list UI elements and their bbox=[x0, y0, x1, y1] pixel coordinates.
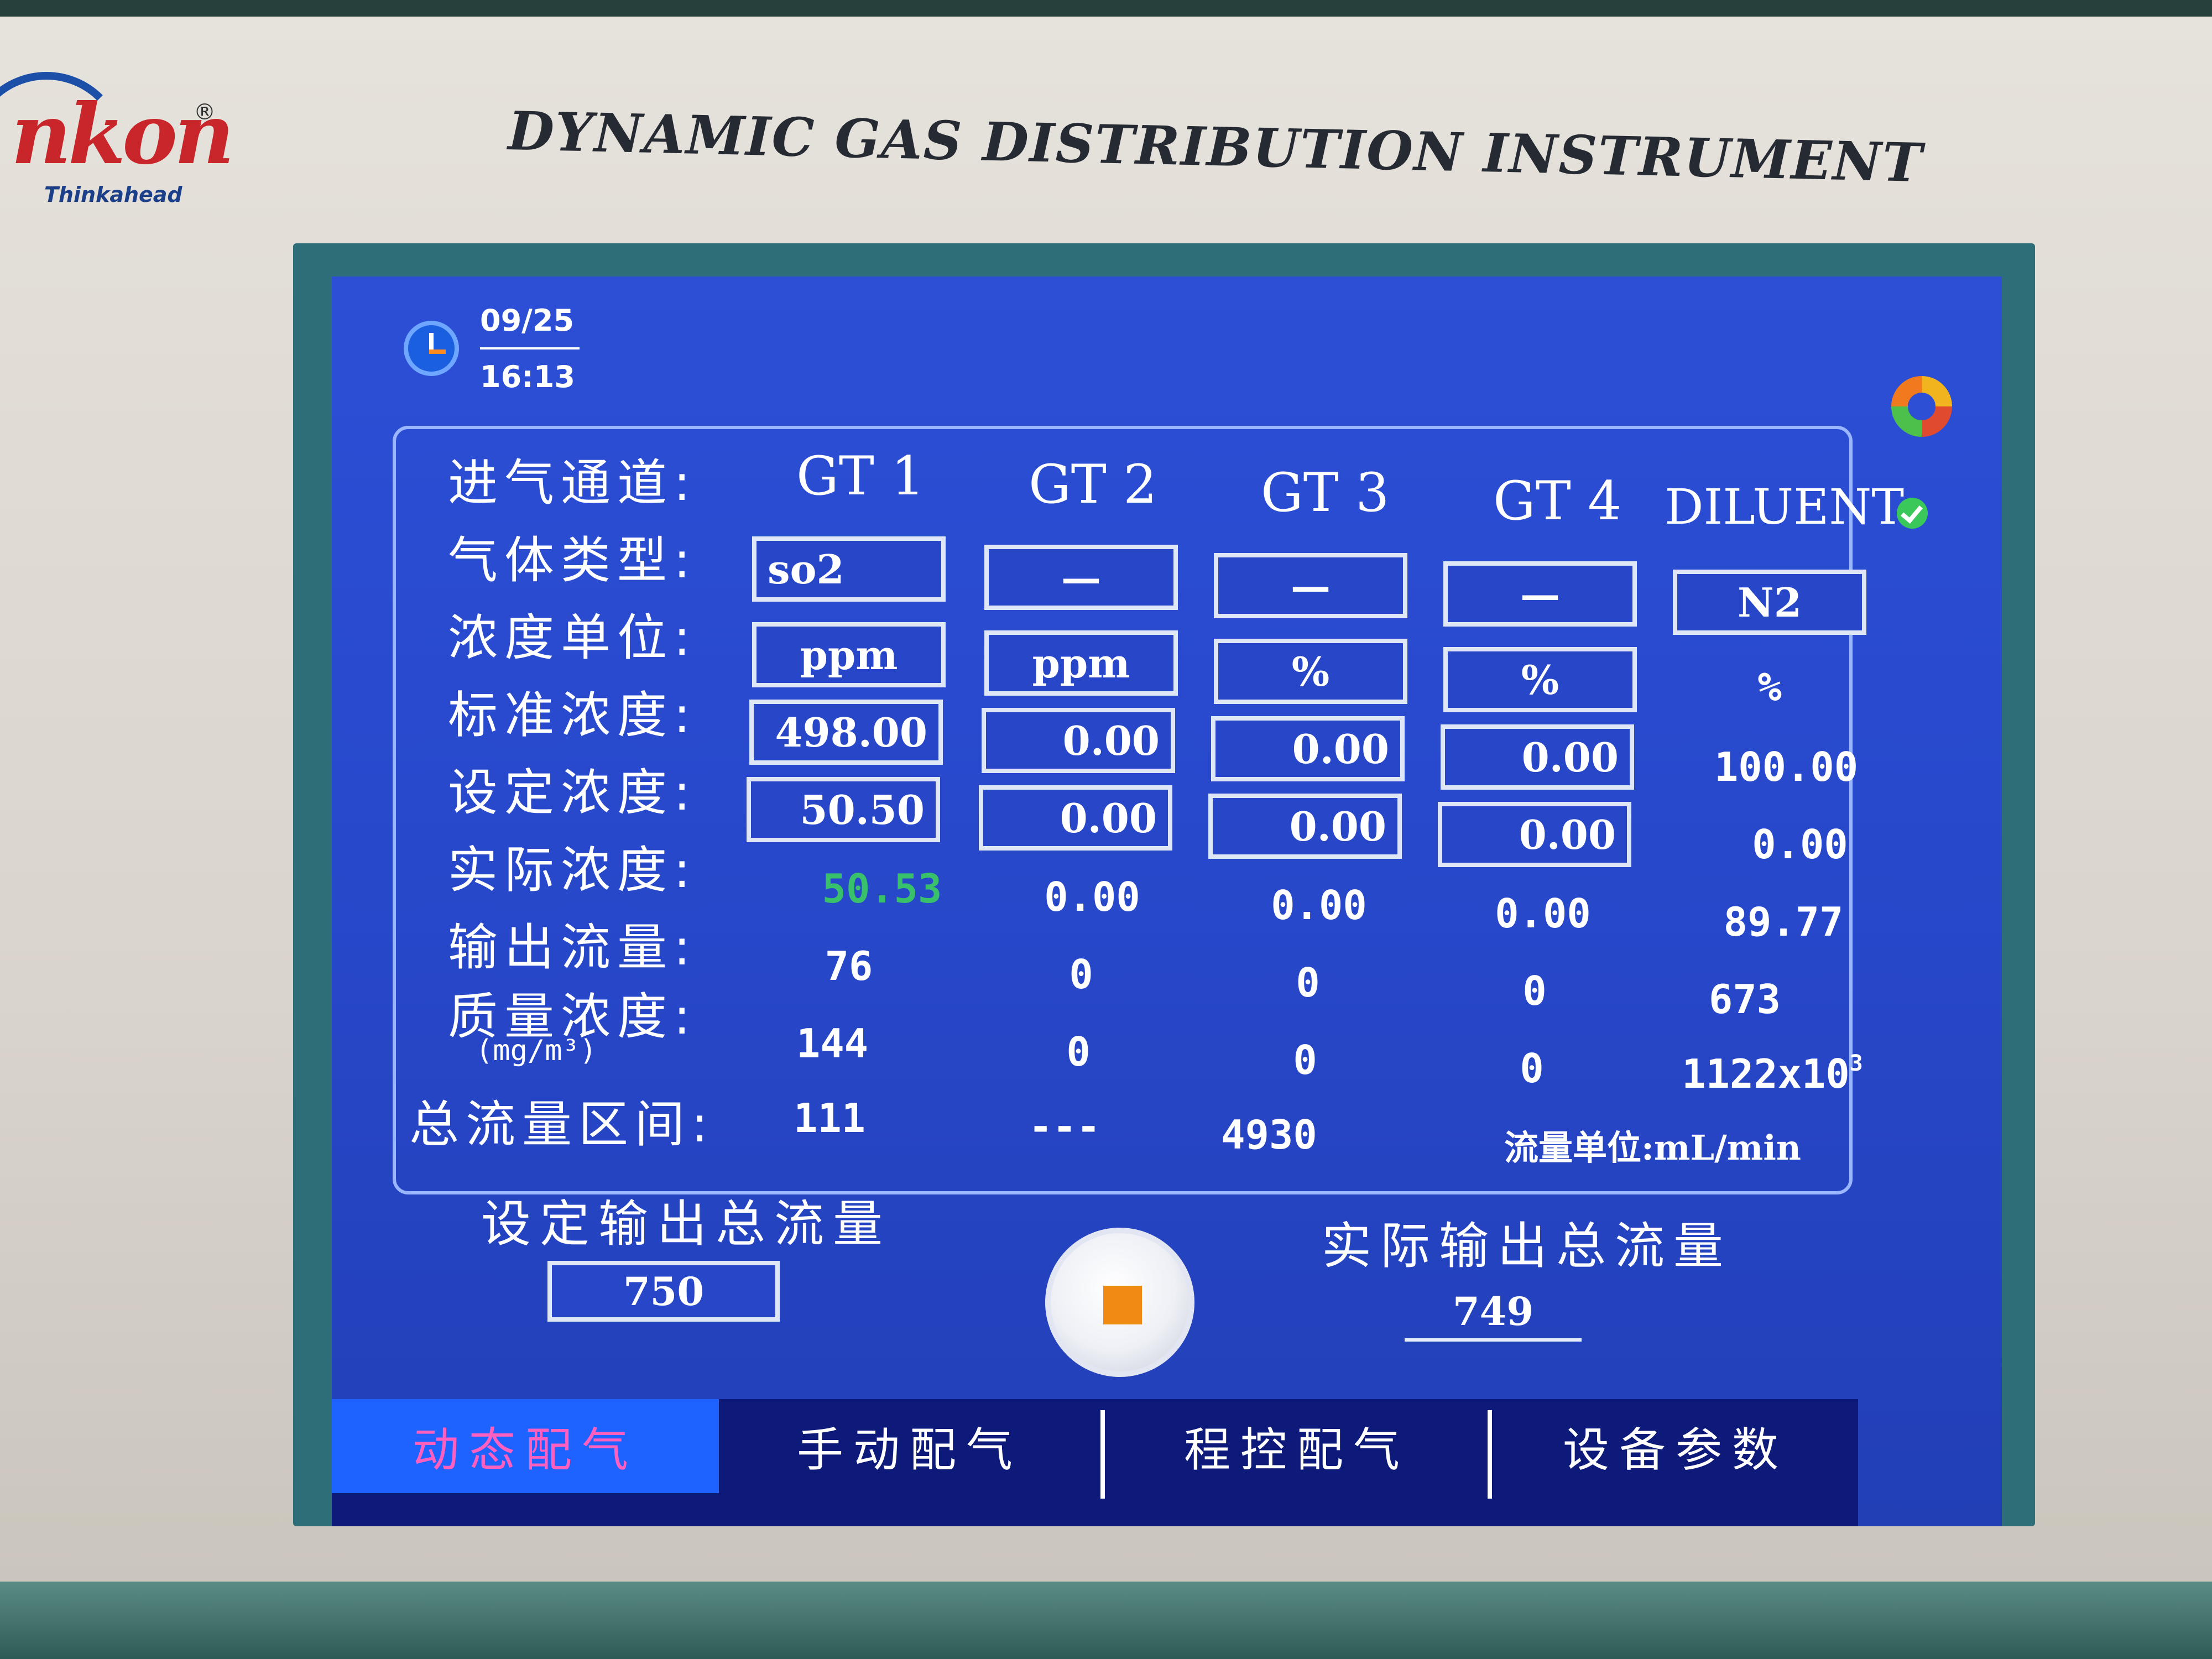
tab-program-mixing[interactable]: 程控配气 bbox=[1106, 1399, 1488, 1493]
gt1-output-flow: 76 bbox=[825, 943, 873, 989]
gt2-unit-field[interactable]: ppm bbox=[984, 630, 1178, 696]
row-label-set-conc: 设定浓度: bbox=[448, 764, 697, 822]
tab-separator bbox=[1100, 1410, 1105, 1499]
row-label-unit: 浓度单位: bbox=[448, 609, 697, 667]
gt1-std-conc-field[interactable]: 498.00 bbox=[749, 700, 943, 765]
set-total-flow-label: 设定输出总流量 bbox=[481, 1195, 891, 1253]
gt2-gas-type-field[interactable]: — bbox=[984, 545, 1178, 610]
gt4-unit-field[interactable]: % bbox=[1443, 647, 1637, 712]
status-indicator-icon bbox=[1891, 376, 1952, 437]
date-time-divider bbox=[480, 347, 580, 349]
diluent-mass-conc-mantissa: 1122x10 bbox=[1682, 1051, 1850, 1097]
gt1-gas-type-field[interactable]: so2 bbox=[752, 536, 946, 602]
tab-manual-mixing[interactable]: 手动配气 bbox=[719, 1399, 1100, 1493]
diluent-actual-conc: 89.77 bbox=[1723, 899, 1844, 945]
registered-mark: ® bbox=[194, 100, 216, 125]
gt2-flow-range: --- bbox=[1028, 1103, 1101, 1150]
gt3-set-conc-field[interactable]: 0.00 bbox=[1208, 794, 1402, 859]
brand-logo: nkon ® Thinkahead bbox=[0, 33, 234, 207]
stop-icon bbox=[1103, 1286, 1142, 1324]
col-head-diluent: DILUENT bbox=[1665, 478, 1905, 535]
actual-total-flow-label: 实际输出总流量 bbox=[1322, 1217, 1732, 1275]
bezel-bottom-strip bbox=[0, 1582, 2212, 1659]
gt4-output-flow: 0 bbox=[1522, 968, 1547, 1014]
gt3-std-conc-field[interactable]: 0.00 bbox=[1211, 716, 1405, 781]
mass-conc-unit: (mg/m³) bbox=[476, 1034, 597, 1067]
bottom-tab-bar: 动态配气 手动配气 程控配气 设备参数 bbox=[332, 1399, 1858, 1526]
gt1-mass-conc: 144 bbox=[796, 1020, 869, 1067]
diluent-gas-type-field[interactable]: N2 bbox=[1673, 570, 1866, 635]
gt1-unit-field[interactable]: ppm bbox=[752, 622, 946, 687]
gt1-flow-range: 111 bbox=[793, 1095, 866, 1141]
row-label-flow-range: 总流量区间: bbox=[409, 1095, 715, 1154]
row-label-gas-type: 气体类型: bbox=[448, 531, 697, 589]
gt1-set-conc-field[interactable]: 50.50 bbox=[747, 777, 940, 842]
row-label-actual-conc: 实际浓度: bbox=[448, 841, 697, 899]
row-label-std-conc: 标准浓度: bbox=[448, 686, 697, 744]
diluent-std-conc: 100.00 bbox=[1714, 744, 1859, 790]
diluent-unit: % bbox=[1757, 664, 1782, 710]
gt3-gas-type-field[interactable]: — bbox=[1214, 553, 1407, 618]
gt4-mass-conc: 0 bbox=[1520, 1045, 1544, 1092]
gt3-mass-conc: 0 bbox=[1293, 1037, 1317, 1083]
gt4-std-conc-field[interactable]: 0.00 bbox=[1441, 724, 1634, 790]
tab-separator bbox=[1488, 1410, 1492, 1499]
set-total-flow-field[interactable]: 750 bbox=[547, 1261, 780, 1322]
col-head-gt3: GT 3 bbox=[1261, 462, 1390, 524]
gt3-actual-conc: 0.00 bbox=[1271, 882, 1367, 928]
gt2-std-conc-field[interactable]: 0.00 bbox=[982, 708, 1175, 773]
col-head-gt1: GT 1 bbox=[796, 445, 925, 507]
check-icon bbox=[1897, 498, 1928, 529]
tab-device-params[interactable]: 设备参数 bbox=[1493, 1399, 1858, 1493]
status-time: 16:13 bbox=[480, 359, 575, 394]
diluent-output-flow: 673 bbox=[1708, 976, 1781, 1022]
gt2-output-flow: 0 bbox=[1069, 951, 1093, 998]
gt2-actual-conc: 0.00 bbox=[1044, 874, 1140, 920]
gt4-set-conc-field[interactable]: 0.00 bbox=[1438, 802, 1631, 867]
actual-total-underline bbox=[1405, 1338, 1582, 1342]
gt4-actual-conc: 0.00 bbox=[1495, 890, 1591, 937]
flow-unit-note: 流量单位:mL/min bbox=[1504, 1128, 1801, 1168]
actual-total-flow-value: 749 bbox=[1452, 1288, 1534, 1334]
gt3-output-flow: 0 bbox=[1296, 959, 1320, 1006]
diluent-set-conc: 0.00 bbox=[1752, 821, 1848, 868]
touch-screen: 09/25 16:13 进气通道: 气体类型: 浓度单位: 标准浓度: 设定浓度… bbox=[332, 276, 2002, 1526]
gt3-flow-range: 4930 bbox=[1221, 1112, 1317, 1158]
col-head-gt4: GT 4 bbox=[1493, 470, 1622, 532]
row-label-output-flow: 输出流量: bbox=[448, 919, 697, 977]
bezel-top-strip bbox=[0, 0, 2212, 17]
gt2-set-conc-field[interactable]: 0.00 bbox=[979, 785, 1172, 851]
diluent-mass-conc: 1122x103 bbox=[1676, 1051, 1869, 1097]
tab-dynamic-mixing[interactable]: 动态配气 bbox=[332, 1399, 719, 1493]
logo-tagline: Thinkahead bbox=[44, 182, 182, 207]
col-head-gt2: GT 2 bbox=[1029, 453, 1157, 515]
clock-icon[interactable] bbox=[404, 321, 459, 376]
status-date: 09/25 bbox=[480, 303, 575, 338]
gt1-actual-conc: 50.53 bbox=[822, 865, 942, 912]
row-label-channel: 进气通道: bbox=[448, 454, 697, 512]
gt4-gas-type-field[interactable]: — bbox=[1443, 561, 1637, 627]
stop-button[interactable] bbox=[1045, 1228, 1194, 1377]
gt2-mass-conc: 0 bbox=[1066, 1029, 1091, 1075]
gt3-unit-field[interactable]: % bbox=[1214, 639, 1407, 704]
diluent-mass-conc-exponent: 3 bbox=[1849, 1051, 1863, 1076]
